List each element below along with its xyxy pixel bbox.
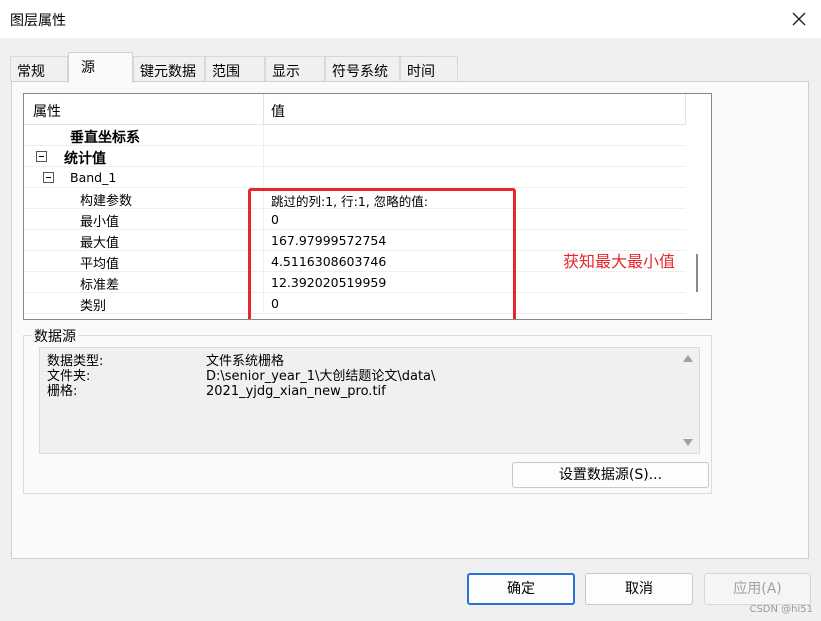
- info-key: 文件夹:: [47, 369, 91, 384]
- cancel-button[interactable]: 取消: [585, 573, 693, 605]
- grid-row-band[interactable]: Band_1: [24, 167, 686, 188]
- row-value: 0: [271, 212, 279, 227]
- info-value: 文件系统栅格: [206, 354, 285, 369]
- row-value: 4.5116308603746: [271, 254, 387, 269]
- window-title: 图层属性: [10, 13, 66, 29]
- grid-row-stddev[interactable]: 标准差 12.392020519959: [24, 272, 686, 293]
- scroll-down-icon[interactable]: [683, 439, 693, 446]
- tab-label: 显示: [272, 64, 300, 80]
- scrollbar-thumb[interactable]: [696, 254, 698, 292]
- grid-row-classes[interactable]: 类别 0: [24, 293, 686, 314]
- apply-button[interactable]: 应用(A): [704, 573, 811, 605]
- ok-button[interactable]: 确定: [467, 573, 575, 605]
- row-name: 标准差: [80, 278, 120, 293]
- grid-row-min[interactable]: 最小值 0: [24, 209, 686, 230]
- tab-source[interactable]: 源: [68, 52, 133, 83]
- grid-header: 属性 值: [24, 94, 711, 125]
- tab-time[interactable]: 时间: [400, 56, 458, 82]
- info-value: D:\senior_year_1\大创结题论文\data\: [206, 369, 436, 384]
- close-icon[interactable]: [785, 5, 813, 33]
- datasource-legend: 数据源: [32, 326, 78, 346]
- annotation-text: 获知最大最小值: [563, 252, 676, 271]
- tab-key-metadata[interactable]: 键元数据: [133, 56, 205, 82]
- tab-label: 键元数据: [140, 64, 196, 80]
- row-value: 167.97999572754: [271, 233, 387, 248]
- row-value: 0: [271, 296, 279, 311]
- datasource-group: 数据源 数据类型: 文件系统栅格 文件夹: D:\senior_year_1\大…: [23, 326, 712, 494]
- tab-label: 常规: [17, 64, 45, 80]
- grid-row-statistics[interactable]: 统计值: [24, 146, 686, 167]
- tab-general[interactable]: 常规: [10, 56, 68, 82]
- tab-label: 时间: [407, 64, 435, 80]
- row-name: 平均值: [80, 257, 120, 272]
- title-bar: 图层属性: [0, 0, 821, 38]
- grid-scrollbar[interactable]: [686, 94, 711, 319]
- row-name: 统计值: [64, 151, 106, 167]
- set-datasource-button[interactable]: 设置数据源(S)...: [512, 462, 709, 488]
- row-name: 构建参数: [80, 194, 133, 209]
- info-key: 栅格:: [47, 384, 78, 399]
- row-name: 最小值: [80, 215, 120, 230]
- tab-label: 源: [81, 60, 95, 76]
- tab-label: 符号系统: [332, 64, 388, 80]
- row-name: Band_1: [70, 170, 117, 185]
- datasource-info[interactable]: 数据类型: 文件系统栅格 文件夹: D:\senior_year_1\大创结题论…: [39, 347, 700, 454]
- tab-display[interactable]: 显示: [265, 56, 325, 82]
- row-name: 最大值: [80, 236, 120, 251]
- grid-row-build-params[interactable]: 构建参数 跳过的列:1, 行:1, 忽略的值:: [24, 188, 686, 209]
- grid-row-vertical-crs[interactable]: 垂直坐标系: [24, 125, 686, 146]
- column-header-property[interactable]: 属性: [33, 101, 61, 121]
- property-grid[interactable]: 属性 值 垂直坐标系 统计值 Band_1 构建参数 跳过的列:1, 行:1, …: [23, 93, 712, 320]
- column-header-value[interactable]: 值: [271, 101, 285, 121]
- row-value: 跳过的列:1, 行:1, 忽略的值:: [271, 194, 428, 209]
- tab-extent[interactable]: 范围: [205, 56, 265, 82]
- info-key: 数据类型:: [47, 354, 104, 369]
- info-value: 2021_yjdg_xian_new_pro.tif: [206, 384, 386, 399]
- scroll-up-icon[interactable]: [683, 355, 693, 362]
- info-scrollbar[interactable]: [678, 349, 698, 452]
- tab-label: 范围: [212, 64, 240, 80]
- collapse-icon[interactable]: [43, 172, 54, 183]
- collapse-icon[interactable]: [36, 151, 47, 162]
- row-value: 12.392020519959: [271, 275, 387, 290]
- row-name: 垂直坐标系: [70, 130, 140, 146]
- tab-symbology[interactable]: 符号系统: [325, 56, 400, 82]
- watermark: CSDN @hi51: [749, 604, 813, 615]
- row-name: 类别: [80, 299, 107, 314]
- source-panel: 属性 值 垂直坐标系 统计值 Band_1 构建参数 跳过的列:1, 行:1, …: [11, 81, 809, 559]
